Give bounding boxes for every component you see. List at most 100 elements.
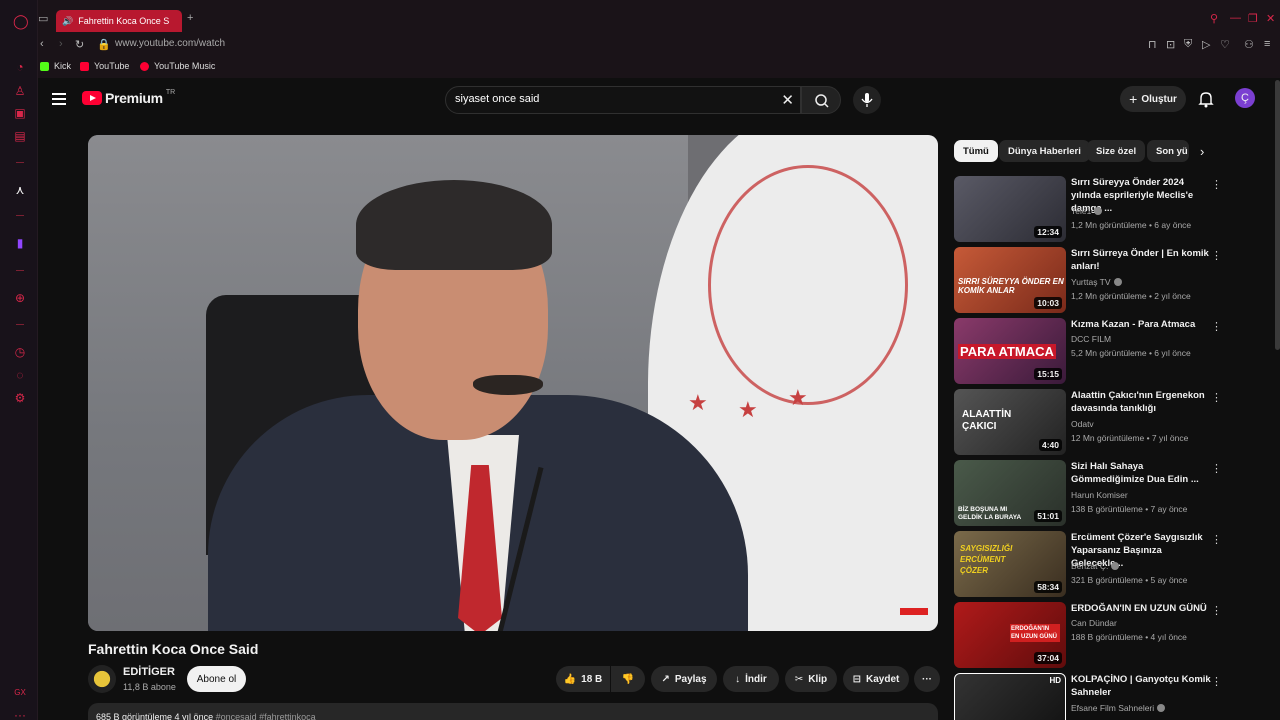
player-icon[interactable]: ⊕ [13,291,27,305]
bookmark-youtube-music[interactable]: YouTube Music [140,61,215,71]
video-title[interactable]: Sizi Halı Sahaya Gömmediğimize Dua Edin … [1071,460,1211,486]
heart-icon[interactable]: ♡ [1220,38,1230,51]
back-icon[interactable]: ‹ [40,38,44,50]
video-thumbnail[interactable]: SAYGISIZLIĞI ERCÜMENT ÇÖZER 58:34 [954,531,1066,597]
shield-icon[interactable]: ⛨ [1184,38,1192,51]
maximize-icon[interactable]: ❐ [1248,12,1258,25]
channel-line[interactable]: Efsane Film Sahneleri [1071,703,1166,713]
snapshot-icon[interactable]: ⊡ [1166,38,1175,51]
easy-setup-icon[interactable]: ≡ [1264,38,1270,50]
channel-line[interactable]: DCC FILM [1071,334,1111,344]
pinboard-icon[interactable]: ◌ [13,368,27,382]
channel-line[interactable]: Yurttaş TV [1071,277,1122,287]
kebab-menu-icon[interactable]: ⋮ [1211,391,1222,404]
video-thumbnail[interactable]: ALAATTİN ÇAKICI 4:40 [954,389,1066,455]
tab-active[interactable]: 🔊 Fahrettin Koca Once S [56,10,182,32]
extension-icon[interactable]: ♙ [13,84,27,98]
speaker-icon[interactable]: 🔊 [62,16,73,27]
video-title[interactable]: Alaattin Çakıcı'nın Ergenekon davasında … [1071,389,1211,415]
forward-icon[interactable]: › [59,38,63,50]
video-thumbnail[interactable]: PARA ATMACA 15:15 [954,318,1066,384]
kebab-menu-icon[interactable]: ⋮ [1211,675,1222,688]
hamburger-menu-icon[interactable] [52,93,66,105]
scrollbar[interactable] [1275,80,1280,350]
vpn-icon[interactable]: ⋏ [13,183,27,197]
opera-logo-icon[interactable]: ◯ [13,14,29,28]
list-item[interactable]: SIRRI SÜREYYA ÖNDER EN KOMİK ANLAR 10:03… [954,247,1224,313]
list-item[interactable]: 12:34 Sırrı Süreyya Önder 2024 yılında e… [954,176,1224,242]
chip-all[interactable]: Tümü [954,140,998,162]
list-item[interactable]: BİZ BOŞUNA MI GELDİK LA BURAYA 51:01 Siz… [954,460,1224,526]
video-thumbnail[interactable]: HD [954,673,1066,720]
more-icon[interactable]: ··· [13,708,27,720]
video-thumbnail[interactable]: BİZ BOŞUNA MI GELDİK LA BURAYA 51:01 [954,460,1066,526]
chip-world-news[interactable]: Dünya Haberleri [999,140,1090,162]
video-thumbnail[interactable]: 12:34 [954,176,1066,242]
youtube-logo[interactable]: Premium TR [82,89,175,106]
kebab-menu-icon[interactable]: ⋮ [1211,462,1222,475]
notifications-bell-icon[interactable] [1198,90,1214,108]
channel-line[interactable]: Odatv [1071,419,1094,429]
chip-recent[interactable]: Son yü [1147,140,1189,162]
account-avatar[interactable]: Ç [1235,88,1255,108]
chips-next-icon[interactable]: › [1200,144,1204,159]
player-bar-icon[interactable]: ▷ [1202,38,1210,51]
channel-line[interactable]: Behzat Ç. [1071,561,1120,571]
subscribe-button[interactable]: Abone ol [187,666,246,692]
settings-icon[interactable]: ⚙ [13,391,27,405]
list-item[interactable]: HD KOLPAÇİNO | Ganyotçu Komik Sahneler E… [954,673,1224,720]
hashtags[interactable]: #oncesaid #fahrettinkoca [216,712,316,720]
video-title[interactable]: Kızma Kazan - Para Atmaca [1071,318,1211,331]
download-button[interactable]: ↓ İndir [723,666,779,692]
channel-line[interactable]: Tele1 [1071,206,1103,216]
new-tab-icon[interactable]: + [187,12,193,24]
video-title[interactable]: Sırrı Sürreya Önder | En komik anları! [1071,247,1211,273]
bookmark-icon[interactable]: ⊓ [1148,38,1157,51]
channel-name[interactable]: EDİTİGER [123,666,175,678]
video-thumbnail[interactable]: ERDOĞAN'IN EN UZUN GÜNÜ 37:04 [954,602,1066,668]
bookmark-kick[interactable]: Kick [40,61,71,71]
video-title[interactable]: KOLPAÇİNO | Ganyotçu Komik Sahneler [1071,673,1211,699]
kebab-menu-icon[interactable]: ⋮ [1211,320,1222,333]
reload-icon[interactable]: ↻ [75,38,84,51]
description-box[interactable]: 685 B görüntüleme 4 yıl önce #oncesaid #… [88,703,938,720]
channel-avatar[interactable] [88,665,116,693]
create-button[interactable]: + Oluştur [1120,86,1186,112]
messenger-icon[interactable]: ▤ [13,129,27,143]
twitch-icon[interactable]: ▮ [13,236,27,250]
search-tabs-icon[interactable]: ⚲ [1210,12,1218,25]
share-button[interactable]: ↗ Paylaş [651,666,717,692]
history-icon[interactable]: ◷ [13,345,27,359]
list-item[interactable]: SAYGISIZLIĞI ERCÜMENT ÇÖZER 58:34 Ercüme… [954,531,1224,597]
list-item[interactable]: ERDOĞAN'IN EN UZUN GÜNÜ 37:04 ERDOĞAN'IN… [954,602,1224,668]
aria-icon[interactable]: ◔ [13,60,27,74]
clear-search-icon[interactable]: ✕ [781,91,794,109]
chip-for-you[interactable]: Size özel [1087,140,1146,162]
video-thumbnail[interactable]: SIRRI SÜREYYA ÖNDER EN KOMİK ANLAR 10:03 [954,247,1066,313]
kebab-menu-icon[interactable]: ⋮ [1211,178,1222,191]
voice-search-button[interactable] [853,86,881,114]
dislike-button[interactable]: 👎 [611,666,645,692]
kebab-menu-icon[interactable]: ⋮ [1211,533,1222,546]
kebab-menu-icon[interactable]: ⋮ [1211,249,1222,262]
search-input[interactable] [455,93,755,105]
video-title[interactable]: ERDOĞAN'IN EN UZUN GÜNÜ [1071,602,1211,615]
profile-icon[interactable]: ⚇ [1244,38,1254,51]
search-button[interactable] [801,86,841,114]
window-close-icon[interactable]: ✕ [1266,12,1275,25]
url-field[interactable]: www.youtube.com/watch [115,38,225,49]
list-item[interactable]: PARA ATMACA 15:15 Kızma Kazan - Para Atm… [954,318,1224,384]
minimize-icon[interactable]: — [1230,12,1241,24]
clip-button[interactable]: ✂ Klip [785,666,837,692]
more-actions-button[interactable]: ··· [914,666,940,692]
channel-line[interactable]: Harun Komiser [1071,490,1128,500]
instagram-icon[interactable]: ▣ [13,106,27,120]
gx-icon[interactable]: GX [13,686,27,700]
like-button[interactable]: 👍 18 B [556,666,610,692]
tab-island-icon[interactable]: ▭ [38,12,48,25]
bookmark-youtube[interactable]: YouTube [80,61,129,71]
save-button[interactable]: ⊟ Kaydet [843,666,909,692]
channel-line[interactable]: Can Dündar [1071,618,1117,628]
kebab-menu-icon[interactable]: ⋮ [1211,604,1222,617]
video-player[interactable]: ★ ★ ★ [88,135,938,631]
